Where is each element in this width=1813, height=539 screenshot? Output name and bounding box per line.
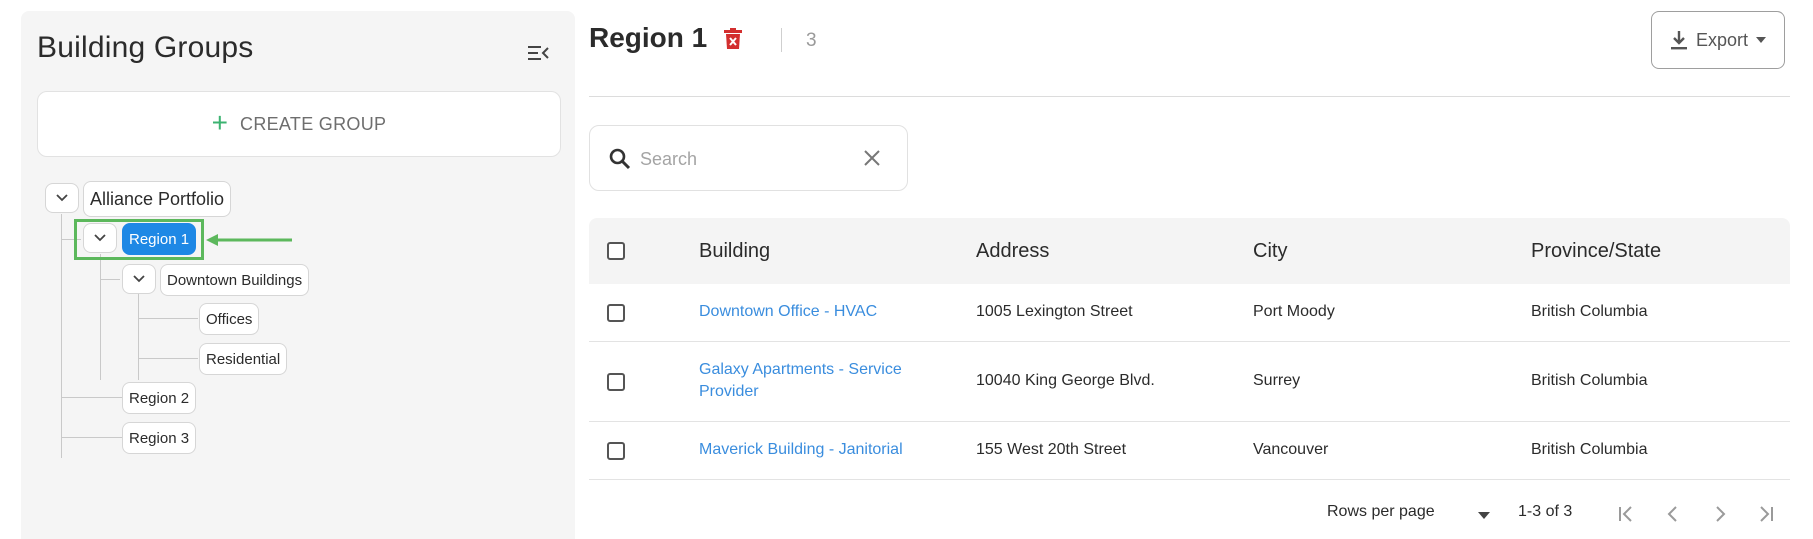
close-icon[interactable]: [862, 148, 882, 168]
row-checkbox[interactable]: [607, 442, 625, 460]
building-link[interactable]: Galaxy Apartments - Service Provider: [699, 359, 902, 403]
table-row: Galaxy Apartments - Service Provider 100…: [589, 342, 1790, 422]
tree-connector: [138, 358, 198, 359]
city-cell: Surrey: [1253, 372, 1301, 389]
chevron-down-icon: [56, 194, 68, 202]
chevron-right-icon: [1716, 506, 1726, 522]
last-page-button[interactable]: [1752, 500, 1780, 528]
row-checkbox[interactable]: [607, 373, 625, 391]
tree-node-offices[interactable]: Offices: [199, 303, 260, 335]
tree-connector: [61, 214, 62, 458]
header-divider: [589, 96, 1790, 97]
column-header-address[interactable]: Address: [976, 240, 1049, 263]
tree-connector: [138, 294, 139, 380]
plus-icon: +: [211, 106, 229, 138]
search-input[interactable]: [638, 144, 862, 174]
city-cell: Port Moody: [1253, 303, 1335, 320]
rows-per-page-select[interactable]: [1478, 506, 1490, 524]
tree-connector: [100, 254, 101, 380]
last-page-icon: [1760, 506, 1773, 522]
column-header-province[interactable]: Province/State: [1531, 240, 1661, 263]
city-cell: Vancouver: [1253, 441, 1329, 458]
search-icon: [609, 148, 631, 170]
select-all-checkbox[interactable]: [607, 242, 625, 260]
province-cell: British Columbia: [1531, 441, 1648, 458]
address-cell: 1005 Lexington Street: [976, 303, 1133, 320]
first-page-icon: [1619, 506, 1632, 522]
building-link-line: Galaxy Apartments - Service: [699, 361, 902, 378]
arrow-left-icon: [206, 234, 292, 246]
province-cell: British Columbia: [1531, 303, 1648, 320]
create-group-label: CREATE GROUP: [240, 113, 387, 134]
province-cell: British Columbia: [1531, 372, 1648, 389]
row-checkbox[interactable]: [607, 304, 625, 322]
rows-per-page-label: Rows per page: [1327, 503, 1435, 520]
chevron-down-icon: [133, 275, 145, 283]
building-count: 3: [806, 30, 817, 51]
chevron-left-icon: [1667, 506, 1677, 522]
table-row: Maverick Building - Janitorial 155 West …: [589, 422, 1790, 480]
tree-node-region-1[interactable]: Region 1: [122, 223, 197, 255]
tree-connector: [138, 318, 198, 319]
tree-connector: [61, 397, 122, 398]
tree-node-residential[interactable]: Residential: [199, 343, 288, 375]
caret-down-icon: [1756, 37, 1767, 43]
expand-toggle-downtown-buildings[interactable]: [122, 264, 156, 294]
trash-icon: [724, 28, 742, 49]
create-group-button[interactable]: + CREATE GROUP: [37, 91, 561, 157]
export-label: Export: [1695, 29, 1749, 50]
column-header-city[interactable]: City: [1253, 240, 1287, 263]
collapse-menu-icon: [528, 46, 549, 60]
export-button[interactable]: Export: [1651, 11, 1785, 69]
address-cell: 10040 King George Blvd.: [976, 372, 1155, 389]
caret-down-icon: [1478, 512, 1490, 519]
building-link-line: Provider: [699, 383, 759, 400]
tree-node-downtown-buildings[interactable]: Downtown Buildings: [160, 264, 310, 296]
buildings-table: Building Address City Province/State Dow…: [589, 218, 1790, 480]
panel-title: Building Groups: [37, 31, 254, 64]
first-page-button[interactable]: [1612, 500, 1640, 528]
collapse-panel-button[interactable]: [524, 38, 554, 68]
table-row: Downtown Office - HVAC 1005 Lexington St…: [589, 284, 1790, 342]
download-icon: [1670, 31, 1687, 50]
delete-group-button[interactable]: [723, 28, 743, 55]
tree-connector: [61, 437, 122, 438]
address-cell: 155 West 20th Street: [976, 441, 1127, 458]
building-link[interactable]: Maverick Building - Janitorial: [699, 439, 903, 461]
next-page-button[interactable]: [1706, 500, 1734, 528]
tree-node-alliance-portfolio[interactable]: Alliance Portfolio: [83, 181, 232, 217]
column-header-building[interactable]: Building: [699, 240, 770, 263]
table-header: Building Address City Province/State: [589, 218, 1790, 284]
expand-toggle-region-1[interactable]: [83, 223, 117, 253]
tree-node-region-3[interactable]: Region 3: [122, 422, 197, 454]
tree-node-region-2[interactable]: Region 2: [122, 382, 197, 414]
chevron-down-icon: [94, 234, 106, 242]
pagination-range: 1-3 of 3: [1518, 503, 1573, 520]
previous-page-button[interactable]: [1659, 500, 1687, 528]
title-divider: [781, 28, 782, 52]
tree-connector: [61, 239, 81, 240]
building-link[interactable]: Downtown Office - HVAC: [699, 301, 877, 323]
search-box: [589, 125, 908, 191]
page-title: Region 1: [589, 22, 708, 53]
expand-toggle-alliance-portfolio[interactable]: [45, 183, 79, 213]
tree-connector: [100, 279, 120, 280]
